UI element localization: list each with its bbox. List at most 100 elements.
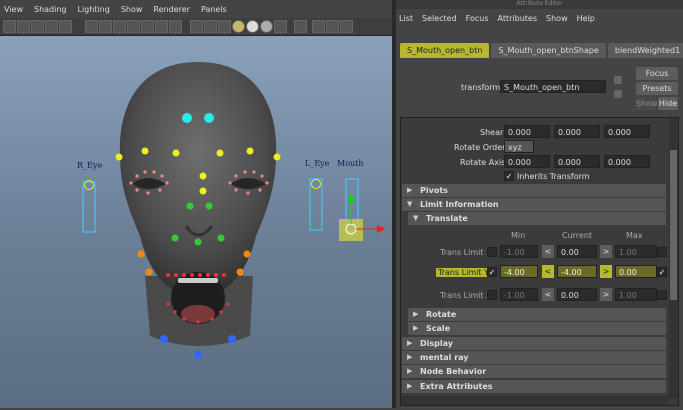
limit-z-max-checkbox[interactable] [657,290,667,300]
section-rotate[interactable]: ▶ Rotate [408,308,666,321]
limit-y-set-min-button[interactable]: < [542,265,554,278]
inherits-transform-checkbox[interactable]: ✓ [504,171,514,181]
grey-sphere-icon[interactable] [260,20,273,33]
limit-z-min-checkbox[interactable] [487,290,497,300]
mouth-label: Mouth [337,159,364,168]
limit-y-current-field[interactable]: -4.00 [557,265,597,278]
camera-attr-icon[interactable] [17,20,30,33]
checker-icon[interactable] [218,20,231,33]
3d-viewport[interactable]: R_Eye L_Eye Mouth [0,36,392,408]
sphere-icon[interactable] [232,20,245,33]
show-button[interactable]: Show [636,97,658,110]
l-eye-knob [311,179,321,189]
r-eye-label: R_Eye [77,161,103,170]
horizontal-scrollbar[interactable] [401,396,669,405]
white-sphere-icon[interactable] [246,20,259,33]
menu-list[interactable]: List [399,14,413,23]
limit-y-max-checkbox[interactable]: ✓ [657,267,667,277]
cube-icon[interactable] [312,20,325,33]
brow-ctrl [199,187,207,195]
brow-ctrl [216,149,224,157]
tab-blendweighted[interactable]: blendWeighted1 [607,43,683,58]
limit-x-set-min-button[interactable]: < [542,245,554,258]
limit-x-current-field[interactable]: 0.00 [557,245,597,258]
menu-attributes[interactable]: Attributes [498,14,538,23]
rotate-axis-y-field[interactable]: 0.000 [554,155,600,168]
limit-y-min-field[interactable]: -4.00 [500,265,538,278]
section-translate[interactable]: ▼ Translate [408,212,666,225]
shear-y-field[interactable]: 0.000 [554,125,600,138]
section-display[interactable]: ▶ Display [402,337,666,350]
tab-transform[interactable]: S_Mouth_open_btn [400,43,490,58]
limit-x-max-field[interactable]: 1.00 [615,245,657,258]
grid-icon[interactable] [59,20,72,33]
menu-focus[interactable]: Focus [466,14,489,23]
expand-icon[interactable] [340,20,353,33]
select-icon[interactable] [294,20,307,33]
section-extra-attributes[interactable]: ▶ Extra Attributes [402,380,666,393]
limit-z-current-field[interactable]: 0.00 [557,288,597,301]
limit-y-min-checkbox[interactable]: ✓ [487,267,497,277]
menu-renderer[interactable]: Renderer [153,5,190,14]
section-scale[interactable]: ▶ Scale [408,322,666,335]
shear-z-field[interactable]: 0.000 [604,125,650,138]
menu-lighting[interactable]: Lighting [77,5,109,14]
text-icon[interactable] [169,20,182,33]
textures-icon[interactable] [141,20,154,33]
menu-selected[interactable]: Selected [422,14,457,23]
ae-title: Attribute Editor [396,0,683,9]
rotate-axis-x-field[interactable]: 0.000 [504,155,550,168]
limit-z-min-field[interactable]: -1.00 [500,288,538,301]
tab-shape[interactable]: S_Mouth_open_btnShape [491,43,606,58]
section-node-behavior[interactable]: ▶ Node Behavior [402,365,666,378]
transform-name-field[interactable]: S_Mouth_open_btn [500,80,606,93]
camera-select-icon[interactable] [3,20,16,33]
limit-x-min-checkbox[interactable] [487,247,497,257]
lights-icon[interactable] [155,20,168,33]
isolate-icon[interactable] [190,20,203,33]
chin-ctrl [160,335,168,343]
wireframe-icon[interactable] [85,20,98,33]
limit-z-set-max-button[interactable]: > [600,288,612,301]
hide-button[interactable]: Hide [658,97,678,110]
menu-panels[interactable]: Panels [201,5,227,14]
limit-y-set-max-button[interactable]: > [600,265,612,278]
scrollbar-thumb[interactable] [670,150,677,300]
limit-x-set-max-button[interactable]: > [600,245,612,258]
limit-x-max-checkbox[interactable] [657,247,667,257]
menu-shading[interactable]: Shading [34,5,67,14]
menu-view[interactable]: View [4,5,23,14]
menu-show[interactable]: Show [121,5,143,14]
rotate-axis-z-field[interactable]: 0.000 [604,155,650,168]
shear-x-field[interactable]: 0.000 [504,125,550,138]
face-rig-scene [82,62,386,359]
menu-show[interactable]: Show [546,14,568,23]
image-plane-icon[interactable] [45,20,58,33]
max-column-header: Max [626,231,643,240]
limit-y-max-field[interactable]: 0.00 [615,265,657,278]
xray-icon[interactable] [127,20,140,33]
go-input-icon[interactable] [614,76,622,84]
wireframe-on-shaded-icon[interactable] [113,20,126,33]
brow-ctrl [199,172,207,180]
smooth-shade-icon[interactable] [99,20,112,33]
limit-z-max-field[interactable]: 1.00 [615,288,657,301]
shadows-icon[interactable] [204,20,217,33]
limit-z-set-min-button[interactable]: < [542,288,554,301]
section-limit-information[interactable]: ▼ Limit Information [402,198,666,211]
go-output-icon[interactable] [614,90,622,98]
section-pivots[interactable]: ▶ Pivots [402,184,666,197]
section-mental-ray[interactable]: ▶ mental ray [402,351,666,364]
focus-button[interactable]: Focus [636,67,678,80]
bookmark-icon[interactable] [31,20,44,33]
collapse-icon: ▼ [407,200,413,208]
attribute-editor: Attribute Editor List Selected Focus Att… [396,0,683,408]
cube-wire-icon[interactable] [326,20,339,33]
limit-x-min-field[interactable]: -1.00 [500,245,538,258]
presets-button[interactable]: Presets [636,82,678,95]
shear-label: Shear [480,128,504,137]
transform-label: transform: [461,83,503,92]
rotate-order-dropdown[interactable]: xyz [504,140,534,153]
menu-help[interactable]: Help [577,14,595,23]
arrow-icon[interactable] [274,20,287,33]
